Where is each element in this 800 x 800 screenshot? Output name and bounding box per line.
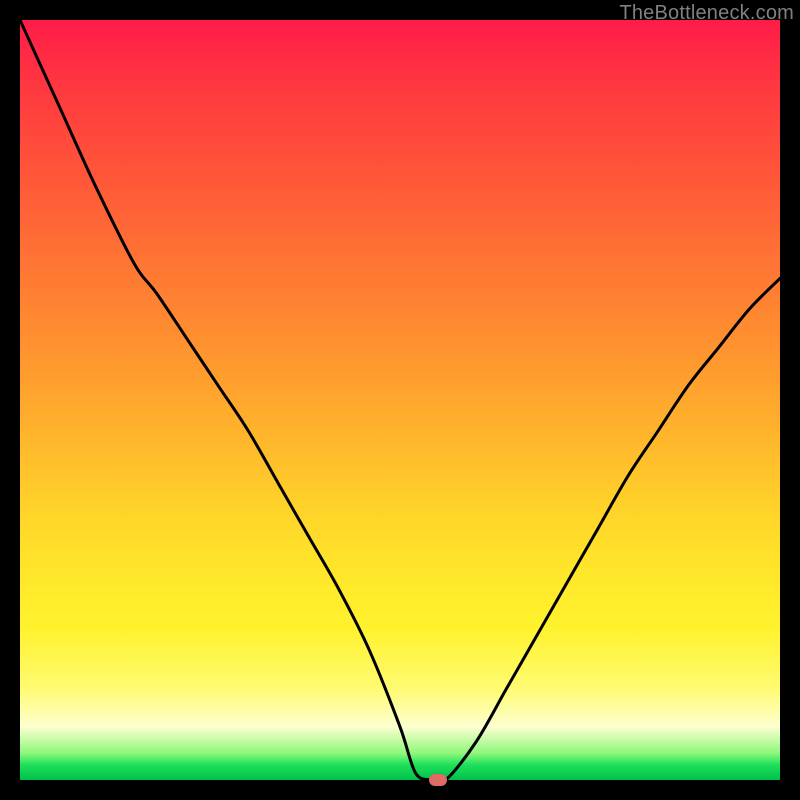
minimum-marker	[429, 774, 447, 786]
bottleneck-curve	[20, 20, 780, 780]
chart-frame: TheBottleneck.com	[0, 0, 800, 800]
plot-area	[20, 20, 780, 780]
